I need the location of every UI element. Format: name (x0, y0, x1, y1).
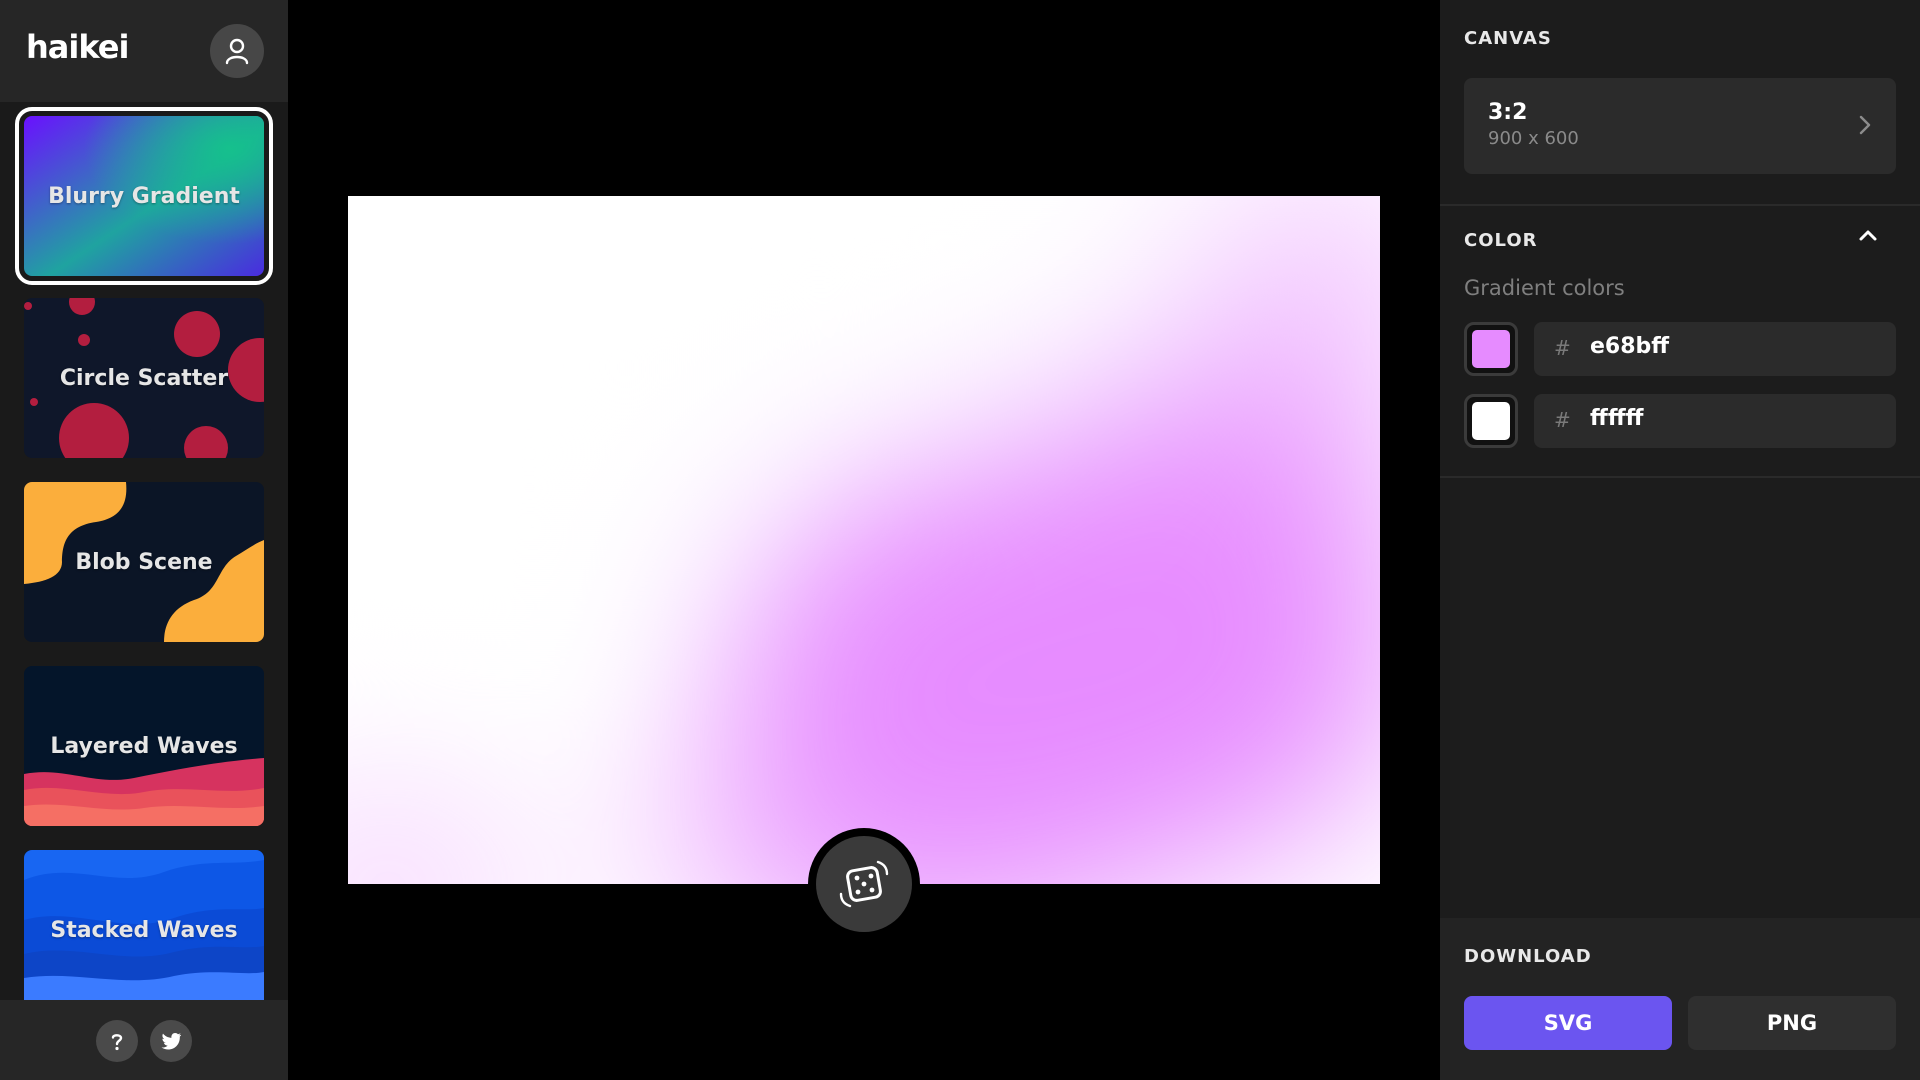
color-swatch-fill (1472, 402, 1510, 440)
canvas-section-title: CANVAS (1464, 28, 1552, 49)
color-swatch-fill (1472, 330, 1510, 368)
generator-card-blob-scene[interactable]: Blob Scene (24, 482, 264, 642)
generator-card-blurry-gradient[interactable]: Blurry Gradient (15, 107, 273, 285)
canvas-size-selector[interactable]: 3:2 900 x 600 (1464, 78, 1896, 174)
blurry-gradient-preview (348, 196, 1380, 884)
generator-card-circle-scatter[interactable]: Circle Scatter (24, 298, 264, 458)
download-section-title: DOWNLOAD (1464, 946, 1592, 967)
canvas-ratio: 3:2 (1488, 100, 1528, 125)
user-icon (225, 38, 249, 65)
sidebar-footer (0, 1000, 288, 1080)
question-icon (111, 1034, 123, 1051)
generator-label: Blurry Gradient (48, 183, 240, 209)
generator-label: Stacked Waves (50, 917, 238, 943)
section-divider (1440, 476, 1920, 478)
canvas-dimensions: 900 x 600 (1488, 128, 1579, 149)
color-section-title: COLOR (1464, 230, 1538, 251)
generator-card-stacked-waves[interactable]: Stacked Waves (24, 850, 264, 1000)
randomize-button-inner (816, 836, 912, 932)
color-swatch-2[interactable] (1464, 394, 1518, 448)
preview-stage (288, 0, 1440, 1080)
generator-list: Blurry Gradient Circle Scatter Blob Scen… (0, 102, 288, 1000)
download-svg-button[interactable]: SVG (1464, 996, 1672, 1050)
twitter-button[interactable] (150, 1020, 192, 1062)
generator-sidebar: haikei Blurry Gradient Circle Scatter Bl… (0, 0, 288, 1080)
generator-label: Blob Scene (75, 549, 213, 575)
dice-icon (839, 860, 889, 908)
twitter-icon (161, 1033, 182, 1050)
download-png-button[interactable]: PNG (1688, 996, 1896, 1050)
randomize-button[interactable] (808, 828, 920, 940)
generator-label: Layered Waves (50, 733, 238, 759)
settings-panel: CANVAS 3:2 900 x 600 COLOR Gradient colo… (1440, 0, 1920, 1080)
generator-label: Circle Scatter (59, 365, 229, 391)
hex-value: e68bff (1590, 334, 1670, 359)
chevron-right-icon (1859, 115, 1871, 135)
section-divider (1440, 204, 1920, 206)
generator-card-layered-waves[interactable]: Layered Waves (24, 666, 264, 826)
app-logo[interactable]: haikei (26, 28, 129, 66)
hex-value: ffffff (1590, 406, 1644, 431)
hash-symbol: # (1554, 336, 1571, 360)
download-section: DOWNLOAD SVG PNG (1440, 918, 1920, 1080)
sidebar-header: haikei (0, 0, 288, 102)
app: haikei Blurry Gradient Circle Scatter Bl… (0, 0, 1920, 1080)
collapse-chevron-up-icon[interactable] (1858, 228, 1878, 242)
user-account-button[interactable] (210, 24, 264, 78)
help-button[interactable] (96, 1020, 138, 1062)
color-swatch-1[interactable] (1464, 322, 1518, 376)
gradient-canvas-preview (348, 196, 1380, 884)
hex-color-input-2[interactable]: # ffffff (1534, 394, 1896, 448)
hash-symbol: # (1554, 408, 1571, 432)
gradient-colors-label: Gradient colors (1464, 276, 1625, 300)
hex-color-input-1[interactable]: # e68bff (1534, 322, 1896, 376)
